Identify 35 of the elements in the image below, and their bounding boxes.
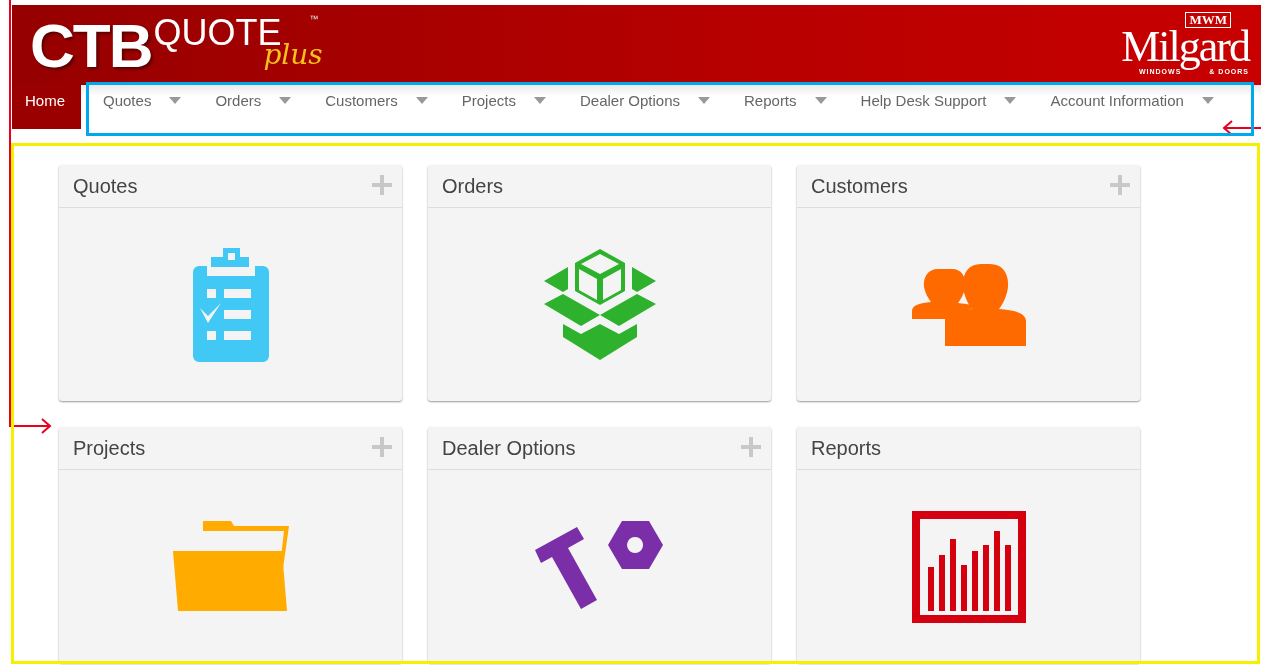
card-title: Reports	[811, 436, 882, 460]
dashboard-card[interactable]: Orders	[428, 165, 771, 401]
people-icon	[911, 263, 1026, 346]
nav-tab[interactable]: Customers	[305, 85, 428, 129]
add-icon[interactable]	[372, 437, 392, 457]
card-title: Customers	[811, 174, 908, 198]
nav-tab[interactable]: Dealer Options	[559, 85, 710, 129]
annotation-arrow	[1222, 120, 1261, 136]
card-title: Projects	[73, 436, 146, 460]
nav-tab[interactable]: Quotes	[83, 85, 182, 129]
folder-icon	[172, 520, 289, 613]
add-icon[interactable]	[372, 175, 392, 195]
dashboard-card[interactable]: Reports	[797, 427, 1140, 663]
logo-text: CTB	[30, 15, 152, 77]
annotation-arrow	[12, 418, 52, 434]
nav-tab[interactable]: Account Information	[1030, 85, 1214, 129]
nav-tab[interactable]: Reports	[724, 85, 827, 129]
clipboard-icon	[192, 247, 269, 362]
add-icon[interactable]	[741, 437, 761, 457]
add-icon[interactable]	[1110, 175, 1130, 195]
dashboard-card[interactable]: Customers	[797, 165, 1140, 401]
card-title: Orders	[442, 174, 504, 198]
dashboard-card[interactable]: Dealer Options	[428, 427, 771, 663]
trademark-text: ™	[309, 14, 319, 24]
card-title: Dealer Options	[442, 436, 576, 460]
brand-mark: MWM	[1185, 12, 1231, 29]
nav-tab[interactable]: Projects	[441, 85, 546, 129]
nav-tab[interactable]: Home	[12, 85, 81, 129]
card-title: Quotes	[73, 174, 138, 198]
nav-tab[interactable]: Help Desk Support	[840, 85, 1017, 129]
open-box-icon	[543, 248, 656, 361]
dashboard-card[interactable]: Quotes	[59, 165, 402, 401]
nav-tab[interactable]: Orders	[195, 85, 292, 129]
dashboard-card[interactable]: Projects	[59, 427, 402, 663]
bar-chart-icon	[911, 510, 1026, 623]
